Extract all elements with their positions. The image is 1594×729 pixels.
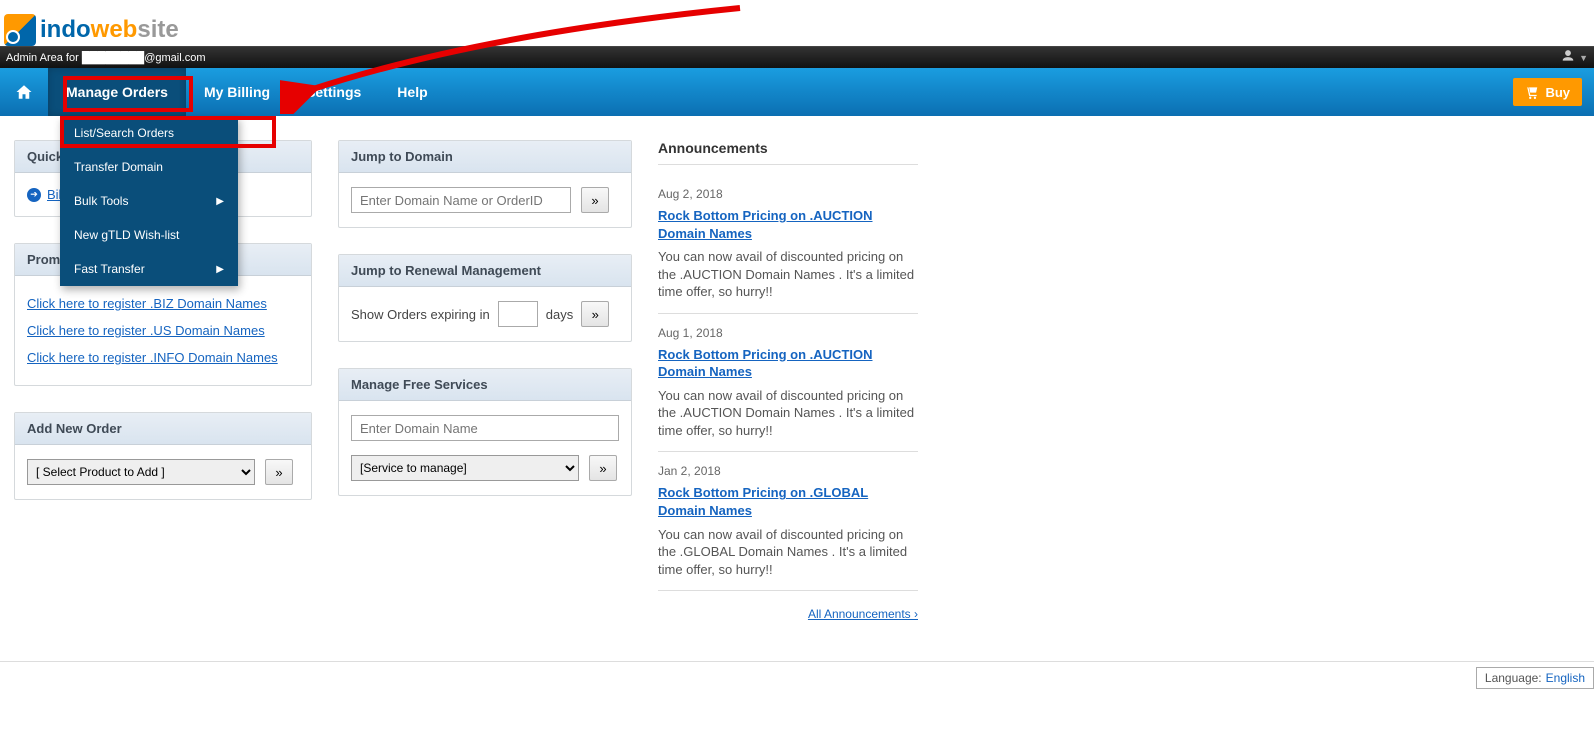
panel-heading: Jump to Renewal Management [339,255,631,287]
jump-to-domain-panel: Jump to Domain » [338,140,632,228]
mid-column: Jump to Domain » Jump to Renewal Managem… [338,140,632,621]
dropdown-fast-transfer[interactable]: Fast Transfer ▶ [60,252,238,286]
dropdown-item-label: New gTLD Wish-list [74,228,179,242]
nav-home[interactable] [0,68,48,116]
service-select[interactable]: [Service to manage] [351,455,579,481]
panel-heading: Add New Order [15,413,311,445]
right-column: Announcements Aug 2, 2018 Rock Bottom Pr… [658,140,918,621]
language-selector[interactable]: Language: English [1476,667,1594,689]
promo-link-us[interactable]: Click here to register .US Domain Names [27,317,299,344]
dropdown-transfer-domain[interactable]: Transfer Domain [60,150,238,184]
nav-settings[interactable]: Settings [288,68,379,116]
free-domain-input[interactable] [351,415,619,441]
language-value: English [1546,671,1585,685]
brand-logo: indowebsite [4,14,179,46]
language-label: Language: [1485,671,1542,685]
announcements-section: Announcements Aug 2, 2018 Rock Bottom Pr… [658,140,918,621]
dropdown-new-gtld-wishlist[interactable]: New gTLD Wish-list [60,218,238,252]
renewal-panel: Jump to Renewal Management Show Orders e… [338,254,632,342]
panel-heading: Manage Free Services [339,369,631,401]
nav-my-billing[interactable]: My Billing [186,68,288,116]
chevron-right-icon: ▶ [216,264,224,275]
renewal-go-button[interactable]: » [581,301,609,327]
logo-badge-icon [4,14,36,46]
free-services-panel: Manage Free Services [Service to manage]… [338,368,632,496]
arrow-circle-icon: ➔ [27,188,41,202]
footer: Language: English [0,663,1594,689]
logo-text-1: indo [40,16,91,44]
nav-label: Manage Orders [66,84,168,100]
nav-manage-orders[interactable]: Manage Orders [48,68,186,116]
announcement-item: Aug 1, 2018 Rock Bottom Pricing on .AUCT… [658,314,918,453]
product-select[interactable]: [ Select Product to Add ] [27,459,255,485]
content-area: Quick Links ➔ Billing Promos / Offers Cl… [0,116,1594,661]
announcement-date: Aug 2, 2018 [658,187,918,201]
jump-domain-go-button[interactable]: » [581,187,609,213]
promo-link-biz[interactable]: Click here to register .BIZ Domain Names [27,290,299,317]
domain-orderid-input[interactable] [351,187,571,213]
logo-text-3: site [137,16,178,44]
logo-bar: indowebsite [0,0,1594,46]
admin-user-menu[interactable]: ▼ [1561,49,1588,66]
buy-button[interactable]: Buy [1513,78,1582,106]
announcement-date: Aug 1, 2018 [658,326,918,340]
add-order-go-button[interactable]: » [265,459,293,485]
announcement-date: Jan 2, 2018 [658,464,918,478]
buy-label: Buy [1545,85,1570,100]
add-new-order-panel: Add New Order [ Select Product to Add ] … [14,412,312,500]
nav-label: Settings [306,84,361,100]
chevron-down-icon: ▼ [1579,53,1588,63]
nav-label: Help [397,84,427,100]
dropdown-list-search-orders[interactable]: List/Search Orders [60,116,238,150]
dropdown-bulk-tools[interactable]: Bulk Tools ▶ [60,184,238,218]
renewal-prefix-label: Show Orders expiring in [351,307,490,322]
all-announcements-link[interactable]: All Announcements › [658,607,918,621]
announcement-title-link[interactable]: Rock Bottom Pricing on .AUCTION Domain N… [658,346,918,381]
chevron-right-icon: ▶ [216,196,224,207]
announcement-body: You can now avail of discounted pricing … [658,248,918,301]
dropdown-item-label: Fast Transfer [74,262,145,276]
nav-help[interactable]: Help [379,68,445,116]
announcement-title-link[interactable]: Rock Bottom Pricing on .GLOBAL Domain Na… [658,484,918,519]
announcement-item: Aug 2, 2018 Rock Bottom Pricing on .AUCT… [658,175,918,314]
announcement-title-link[interactable]: Rock Bottom Pricing on .AUCTION Domain N… [658,207,918,242]
cart-icon [1525,85,1539,99]
admin-area-label: Admin Area for ████████@gmail.com [6,52,205,64]
dropdown-item-label: List/Search Orders [74,126,174,140]
manage-orders-dropdown: List/Search Orders Transfer Domain Bulk … [60,116,238,286]
announcement-body: You can now avail of discounted pricing … [658,526,918,579]
dropdown-item-label: Transfer Domain [74,160,163,174]
nav-label: My Billing [204,84,270,100]
announcement-item: Jan 2, 2018 Rock Bottom Pricing on .GLOB… [658,452,918,591]
free-services-go-button[interactable]: » [589,455,617,481]
main-nav: Manage Orders My Billing Settings Help B… [0,68,1594,116]
dropdown-item-label: Bulk Tools [74,194,128,208]
admin-bar: Admin Area for ████████@gmail.com ▼ [0,46,1594,68]
announcements-heading: Announcements [658,140,918,165]
user-icon [1561,49,1575,66]
panel-heading: Jump to Domain [339,141,631,173]
renewal-days-input[interactable] [498,301,538,327]
renewal-suffix-label: days [546,307,573,322]
logo-text-2: web [91,16,138,44]
announcement-body: You can now avail of discounted pricing … [658,387,918,440]
home-icon [15,83,33,101]
promo-link-info[interactable]: Click here to register .INFO Domain Name… [27,344,299,371]
